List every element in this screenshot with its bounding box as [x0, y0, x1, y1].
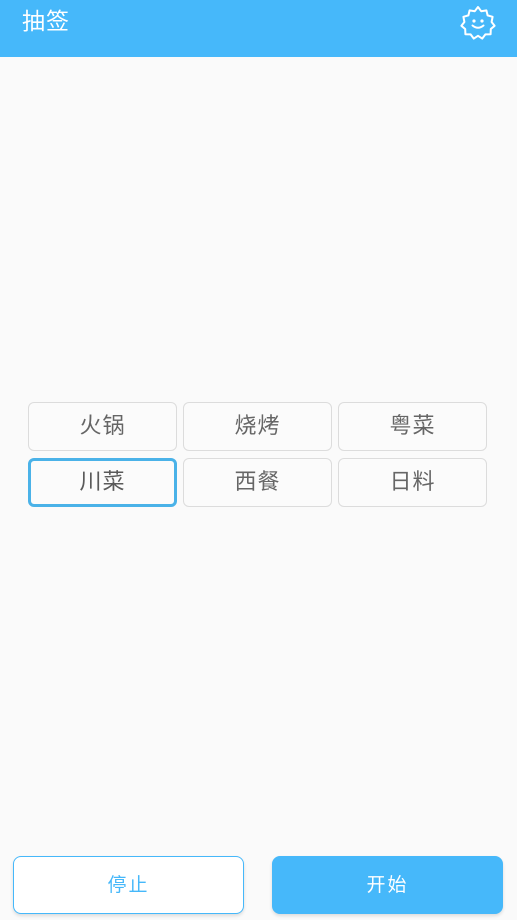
settings-gear-icon[interactable] — [459, 4, 497, 42]
option-bbq[interactable]: 烧烤 — [183, 402, 332, 451]
option-sichuan[interactable]: 川菜 — [28, 458, 177, 507]
stop-button[interactable]: 停止 — [13, 856, 244, 914]
top-app-bar: 抽签 — [0, 0, 517, 57]
option-japanese[interactable]: 日料 — [338, 458, 487, 507]
option-western[interactable]: 西餐 — [183, 458, 332, 507]
option-hotpot[interactable]: 火锅 — [28, 402, 177, 451]
page-title: 抽签 — [22, 9, 70, 35]
option-cantonese[interactable]: 粤菜 — [338, 402, 487, 451]
start-button[interactable]: 开始 — [272, 856, 503, 914]
